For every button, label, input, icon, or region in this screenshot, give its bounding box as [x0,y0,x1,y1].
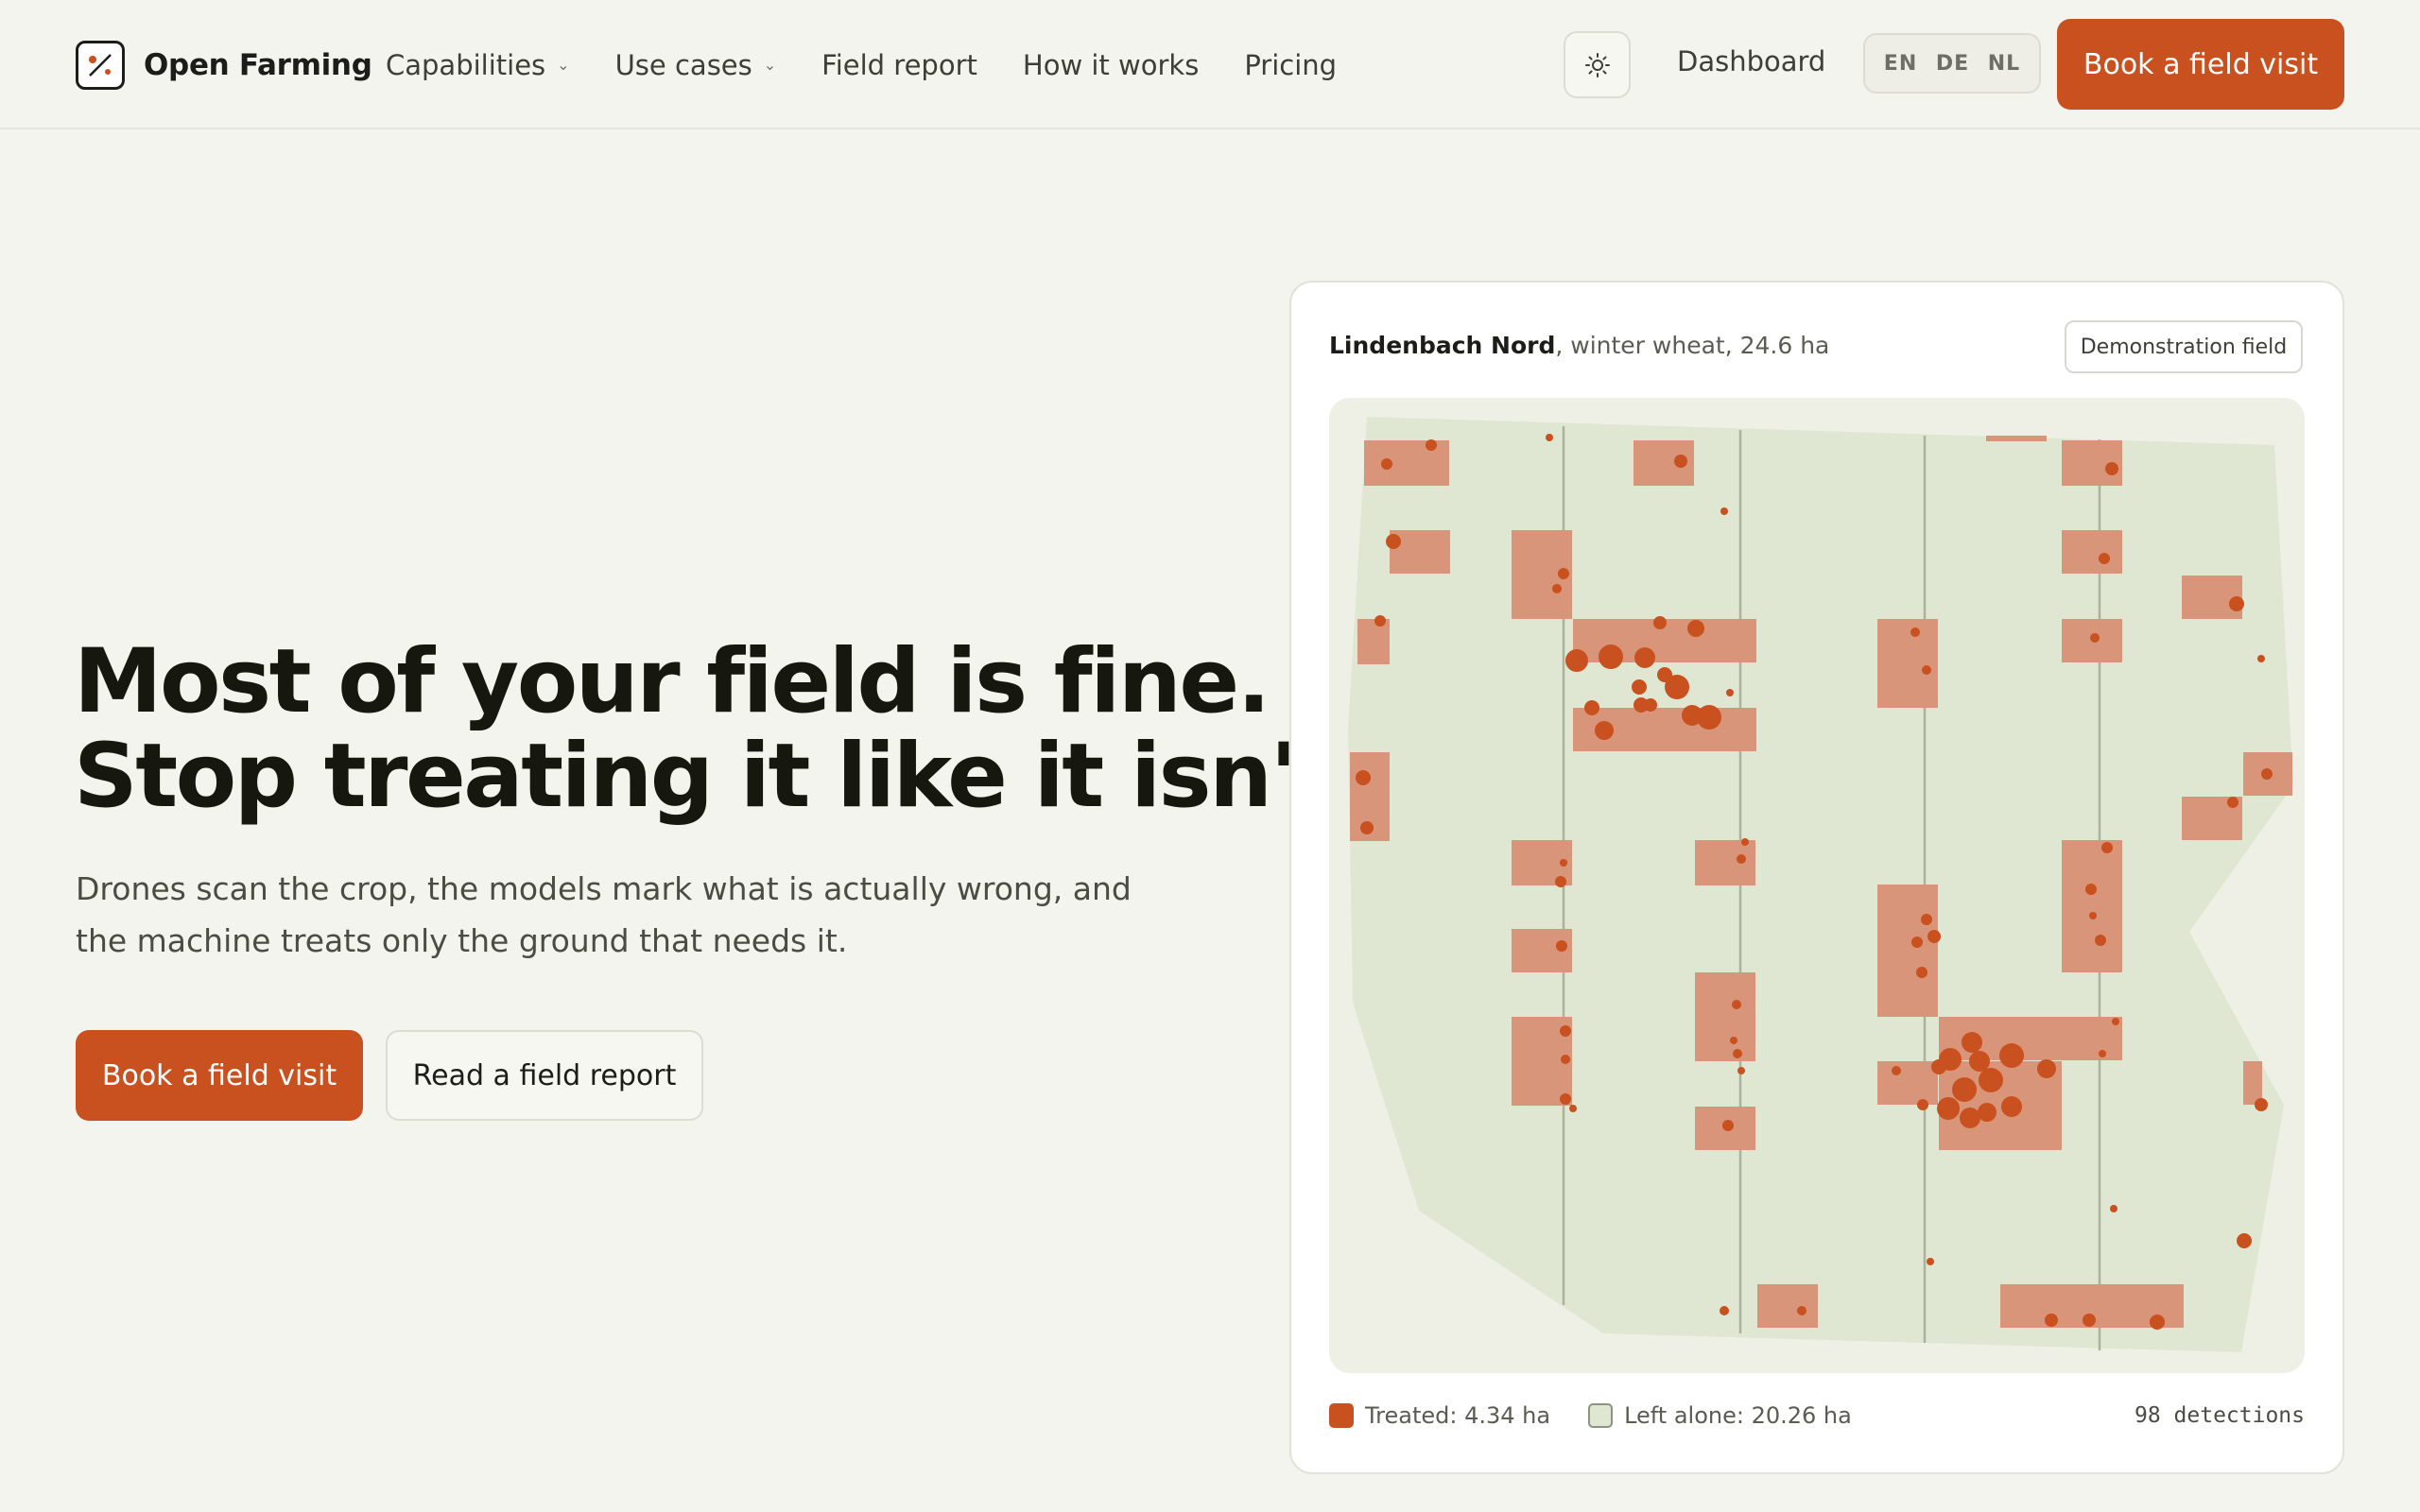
field-map[interactable] [1329,398,2305,1373]
chevron-down-icon: ⌄ [763,56,777,74]
nav-use-cases[interactable]: Use cases ⌄ [615,49,777,81]
field-name: Lindenbach Nord [1329,332,1556,359]
logo-mark-icon [76,41,125,90]
hero-title-line-1: Most of your field is fine. [74,630,1270,733]
field-map-card: Lindenbach Nord, winter wheat, 24.6 ha D… [1289,281,2344,1474]
top-navigation: Open Farming Capabilities ⌄ Use cases ⌄ … [0,0,2420,129]
brand-logo[interactable]: Open Farming [76,41,372,90]
language-switcher: EN DE NL [1863,33,2041,94]
lang-de[interactable]: DE [1936,52,1969,76]
detections-count: 98 detections [2134,1403,2305,1428]
field-title: Lindenbach Nord, winter wheat, 24.6 ha [1329,332,1829,359]
field-map-svg [1348,417,2293,1352]
legend-left-alone: Left alone: 20.26 ha [1588,1402,1852,1429]
lang-en[interactable]: EN [1884,52,1917,76]
treated-swatch [1329,1403,1354,1428]
primary-nav: Capabilities ⌄ Use cases ⌄ Field report … [386,0,1382,129]
demonstration-badge: Demonstration field [2065,320,2303,373]
left-alone-swatch [1588,1403,1614,1428]
read-field-report-button[interactable]: Read a field report [386,1030,703,1121]
field-meta: , winter wheat, 24.6 ha [1555,332,1830,359]
nav-field-report[interactable]: Field report [821,49,977,81]
book-field-visit-nav-button[interactable]: Book a field visit [2057,19,2344,110]
nav-how-it-works[interactable]: How it works [1023,49,1199,81]
nav-capabilities[interactable]: Capabilities ⌄ [386,49,570,81]
hero-title: Most of your field is fine. Stop treatin… [74,630,1369,828]
field-boundary [1348,417,2293,1352]
dashboard-link[interactable]: Dashboard [1677,45,1825,77]
sun-icon [1584,52,1610,77]
hero-title-line-2: Stop treating it like it isn't. [74,725,1369,828]
map-legend: Treated: 4.34 ha Left alone: 20.26 ha [1329,1402,1890,1429]
nav-pricing[interactable]: Pricing [1244,49,1337,81]
hero-subtitle: Drones scan the crop, the models mark wh… [76,870,1132,959]
lang-nl[interactable]: NL [1988,52,2020,76]
chevron-down-icon: ⌄ [557,56,570,74]
brand-name: Open Farming [144,48,372,82]
legend-treated: Treated: 4.34 ha [1329,1402,1550,1429]
book-field-visit-button[interactable]: Book a field visit [76,1030,363,1121]
theme-toggle-button[interactable] [1564,31,1631,98]
